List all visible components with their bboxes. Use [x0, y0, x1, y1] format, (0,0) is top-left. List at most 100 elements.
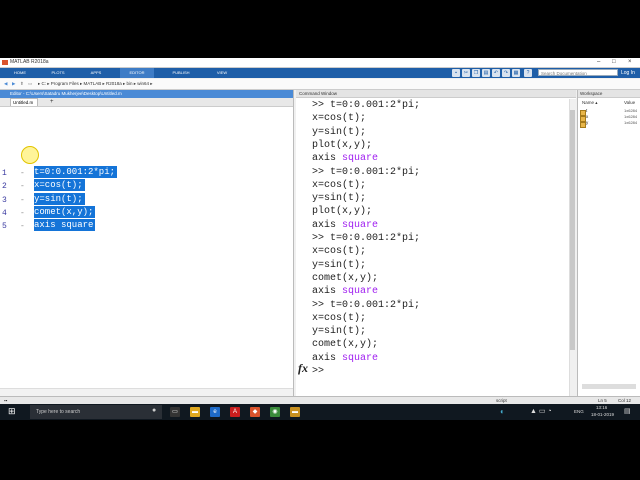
editor-title: Editor - C:\Users\Satadru Mukherjee\Desk…: [0, 90, 293, 98]
close-button[interactable]: ×: [628, 58, 632, 67]
taskbar-date[interactable]: 18-01-2019: [591, 412, 614, 417]
minimize-button[interactable]: –: [597, 58, 600, 67]
tab-view[interactable]: VIEW: [208, 68, 236, 78]
command-line: axis square: [312, 220, 378, 231]
code-line[interactable]: y=sin(t);: [34, 193, 85, 205]
command-text: x=cos(t);: [312, 246, 367, 258]
undo-icon[interactable]: ↶: [492, 69, 500, 77]
editor-tab-strip: Untitled.m +: [0, 98, 293, 107]
workspace-column-value[interactable]: Value: [624, 100, 635, 105]
line-number: 4: [2, 209, 7, 218]
copy-icon[interactable]: ❐: [472, 69, 480, 77]
path-breadcrumb[interactable]: ▸ C: ▸ Program Files ▸ MATLAB ▸ R2018a ▸…: [38, 79, 153, 89]
command-prompt[interactable]: >>: [312, 366, 324, 377]
command-keyword: square: [342, 286, 379, 298]
variable-name[interactable]: x: [586, 114, 588, 119]
command-line: comet(x,y);: [312, 273, 378, 284]
current-folder-bar: ◀ ▶ ⬆ ▭ ▸ C: ▸ Program Files ▸ MATLAB ▸ …: [0, 79, 640, 90]
title-bar: MATLAB R2018a – □ ×: [0, 58, 640, 68]
search-documentation-input[interactable]: Search Documentation: [538, 69, 618, 76]
code-line[interactable]: comet(x,y);: [34, 206, 96, 218]
command-line: >> t=0:0.001:2*pi;: [312, 100, 420, 111]
help-icon[interactable]: ?: [524, 69, 532, 77]
tab-apps[interactable]: APPS: [82, 68, 110, 78]
taskbar-time[interactable]: 13:16: [596, 405, 607, 410]
matlab-taskbar-icon[interactable]: ◆: [250, 407, 260, 417]
tab-publish[interactable]: PUBLISH: [164, 68, 198, 78]
line-dash: -: [20, 222, 25, 231]
code-line[interactable]: x=cos(t);: [34, 179, 85, 191]
login-link[interactable]: Log In: [621, 68, 635, 78]
command-line: x=cos(t);: [312, 113, 366, 124]
command-text: x=cos(t);: [312, 312, 367, 324]
line-number: 1: [2, 169, 7, 178]
command-text: plot(x,y);: [312, 139, 373, 151]
maximize-button[interactable]: □: [612, 58, 616, 67]
command-text: axis: [312, 352, 343, 364]
switch-windows-icon[interactable]: ▦: [512, 69, 520, 77]
command-line: axis square: [312, 353, 378, 364]
language-indicator[interactable]: ENG: [574, 409, 584, 414]
command-line: y=sin(t);: [312, 326, 366, 337]
microphone-icon[interactable]: ●: [152, 407, 156, 414]
workspace-horizontal-scrollbar[interactable]: [582, 384, 636, 389]
system-tray-icons[interactable]: ▲ ▭ ◔: [530, 407, 552, 415]
matlab-logo-icon: [2, 60, 8, 65]
command-text: x=cos(t);: [312, 179, 367, 191]
app-icon[interactable]: ▬: [290, 407, 300, 417]
tab-home[interactable]: HOME: [6, 68, 34, 78]
editor-tab-untitled[interactable]: Untitled.m: [10, 98, 38, 106]
command-text: >> t=0:0.001:2*pi;: [312, 233, 421, 244]
line-number: 2: [2, 182, 7, 191]
workspace-panel: Workspace Name ▴ Value t 1x6284 x 1x6284…: [577, 90, 640, 396]
command-line: axis square: [312, 286, 378, 297]
code-line[interactable]: t=0:0.001:2*pi;: [34, 166, 118, 178]
notification-icon[interactable]: ▤: [624, 407, 631, 415]
variable-value[interactable]: 1x6284: [624, 120, 637, 125]
command-window[interactable]: Command Window >> t=0:0.001:2*pi; x=cos(t…: [296, 90, 577, 396]
command-text: comet(x,y);: [312, 272, 379, 284]
command-line: x=cos(t);: [312, 180, 366, 191]
back-arrow-icon[interactable]: ◀: [4, 79, 7, 89]
command-text: y=sin(t);: [312, 259, 367, 271]
cut-icon[interactable]: ✂: [462, 69, 470, 77]
command-keyword: square: [342, 219, 379, 231]
taskbar-search-input[interactable]: Type here to search: [30, 405, 162, 419]
variable-value[interactable]: 1x6284: [624, 108, 637, 113]
task-view-icon[interactable]: ▭: [170, 407, 180, 417]
network-status-icon[interactable]: ◐: [500, 407, 505, 416]
variable-value[interactable]: 1x6284: [624, 114, 637, 119]
windows-start-icon[interactable]: ⊞: [8, 406, 16, 417]
scrollbar-thumb[interactable]: [570, 110, 575, 350]
command-line: >> t=0:0.001:2*pi;: [312, 300, 420, 311]
workspace-column-name[interactable]: Name ▴: [582, 100, 598, 106]
browse-folder-icon[interactable]: ▭: [28, 79, 32, 89]
editor-panel: Editor - C:\Users\Satadru Mukherjee\Desk…: [0, 90, 294, 397]
function-browser-icon[interactable]: fx: [298, 361, 308, 376]
paste-icon[interactable]: ▤: [482, 69, 490, 77]
up-folder-icon[interactable]: ⬆: [20, 79, 24, 89]
forward-arrow-icon[interactable]: ▶: [12, 79, 15, 89]
line-number: 3: [2, 196, 7, 205]
ribbon-tabs: HOME PLOTS APPS EDITOR PUBLISH VIEW ▪ ✂ …: [0, 68, 640, 78]
variable-name[interactable]: y: [586, 120, 588, 125]
line-number: 5: [2, 222, 7, 231]
command-text: plot(x,y);: [312, 206, 373, 218]
tab-plots[interactable]: PLOTS: [44, 68, 72, 78]
save-icon[interactable]: ▪: [452, 69, 460, 77]
command-line: x=cos(t);: [312, 313, 366, 324]
acrobat-icon[interactable]: A: [230, 407, 240, 417]
code-line[interactable]: axis square: [34, 219, 96, 231]
command-line: y=sin(t);: [312, 260, 366, 271]
command-keyword: square: [342, 352, 379, 364]
variable-name[interactable]: t: [586, 108, 587, 113]
file-explorer-icon[interactable]: ▬: [190, 407, 200, 417]
chrome-icon[interactable]: ◉: [270, 407, 280, 417]
command-text: >> t=0:0.001:2*pi;: [312, 299, 421, 311]
new-tab-icon[interactable]: +: [50, 98, 54, 106]
line-dash: -: [20, 169, 25, 178]
edge-browser-icon[interactable]: e: [210, 407, 220, 417]
tab-editor[interactable]: EDITOR: [120, 68, 154, 78]
command-text: >> t=0:0.001:2*pi;: [312, 166, 421, 178]
redo-icon[interactable]: ↷: [502, 69, 510, 77]
